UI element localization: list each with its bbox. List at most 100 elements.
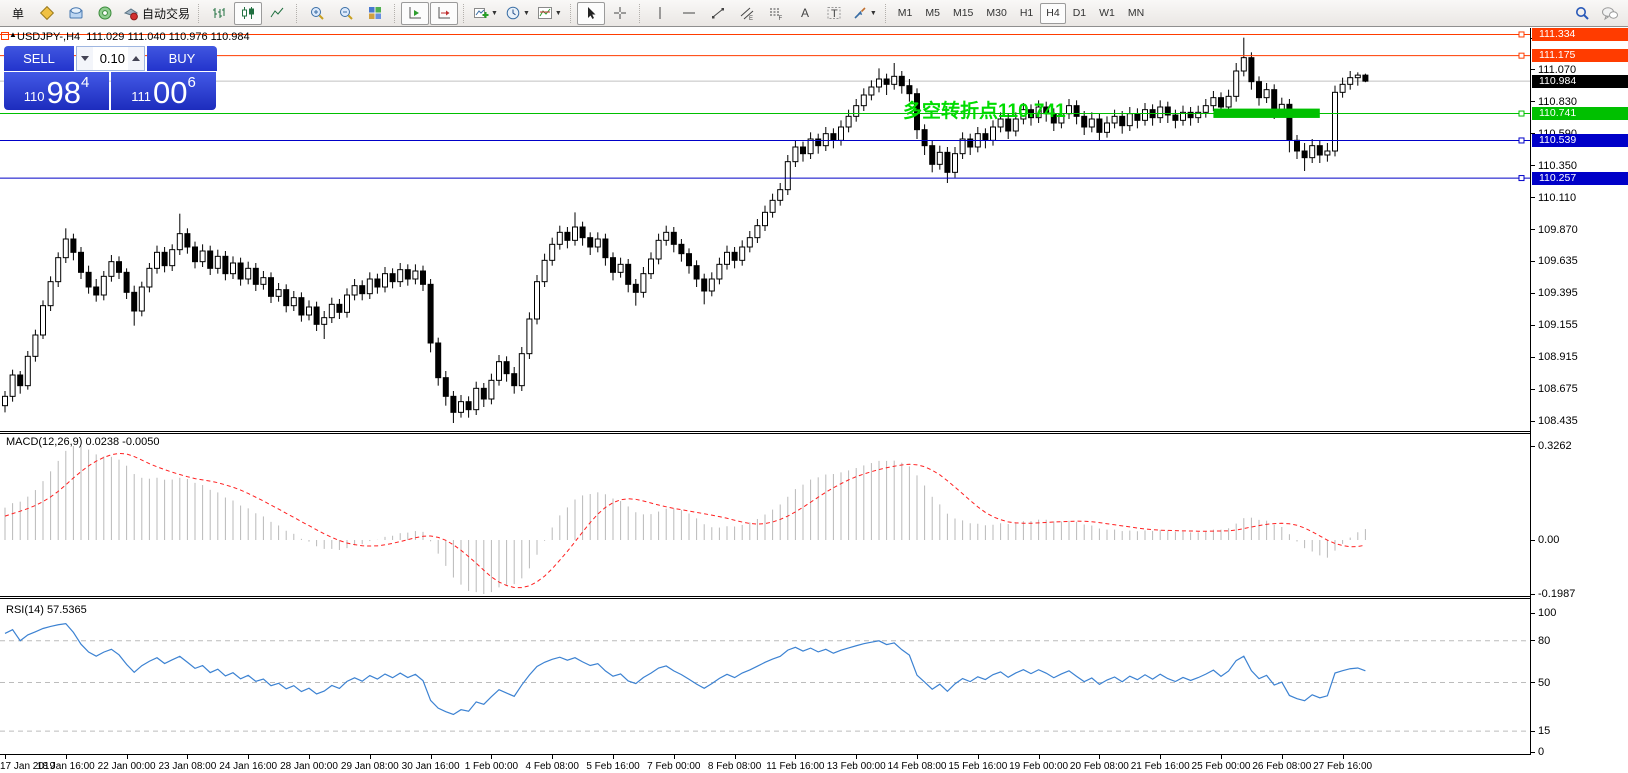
candle-body bbox=[1272, 90, 1277, 111]
new-order-button[interactable]: 单 bbox=[4, 2, 32, 25]
line-handle[interactable] bbox=[1519, 176, 1524, 181]
candle-body bbox=[565, 232, 570, 240]
candle-body bbox=[329, 304, 334, 317]
auto-scroll-button[interactable] bbox=[401, 2, 429, 25]
timeframe-m5[interactable]: M5 bbox=[919, 3, 946, 24]
line-chart-button[interactable] bbox=[263, 2, 291, 25]
timeframe-m1[interactable]: M1 bbox=[892, 3, 919, 24]
arrows-button[interactable]: ▼ bbox=[849, 2, 880, 25]
volume-increase-button[interactable] bbox=[128, 47, 144, 70]
time-axis-tick bbox=[1343, 755, 1344, 759]
timeframe-mn[interactable]: MN bbox=[1122, 3, 1150, 24]
candle-body bbox=[839, 127, 844, 140]
chart-text-annotation[interactable]: 多空转折点110.741 bbox=[903, 96, 1066, 123]
candle-body bbox=[474, 388, 479, 409]
volume-input[interactable] bbox=[93, 47, 128, 70]
dropdown-caret-icon: ▼ bbox=[870, 10, 877, 17]
sound-button[interactable] bbox=[91, 2, 119, 25]
vertical-line-button[interactable] bbox=[646, 2, 674, 25]
candle-body bbox=[261, 278, 266, 285]
trendline-button[interactable] bbox=[704, 2, 732, 25]
time-axis-tick bbox=[674, 755, 675, 759]
zoom-in-button[interactable] bbox=[303, 2, 331, 25]
sell-price[interactable]: 110984 bbox=[4, 72, 109, 110]
candle-body bbox=[489, 380, 494, 399]
timeframe-m15[interactable]: M15 bbox=[947, 3, 979, 24]
search-button[interactable] bbox=[1568, 2, 1596, 25]
candle-body bbox=[899, 76, 904, 85]
indicators-button[interactable]: ▼ bbox=[470, 2, 501, 25]
templates-button[interactable]: ▼ bbox=[534, 2, 565, 25]
candle-body bbox=[284, 290, 289, 306]
cursor-button[interactable] bbox=[577, 2, 605, 25]
axis-tick-label: 109.870 bbox=[1531, 223, 1578, 237]
templates-icon bbox=[537, 5, 553, 21]
timeframe-d1[interactable]: D1 bbox=[1067, 3, 1092, 24]
chart-canvas[interactable] bbox=[0, 28, 1531, 755]
line-handle[interactable] bbox=[1519, 32, 1524, 37]
candle-body bbox=[846, 116, 851, 127]
line-handle[interactable] bbox=[1519, 138, 1524, 143]
timeframe-w1[interactable]: W1 bbox=[1093, 3, 1121, 24]
volume-decrease-button[interactable] bbox=[77, 47, 93, 70]
bar-chart-button[interactable] bbox=[205, 2, 233, 25]
periods-button[interactable]: ▼ bbox=[502, 2, 533, 25]
candle-body bbox=[535, 282, 540, 319]
candle-body bbox=[1074, 106, 1079, 117]
line-handle[interactable] bbox=[1519, 111, 1524, 116]
candle-body bbox=[405, 270, 410, 279]
autotrading-button[interactable]: 自动交易 bbox=[120, 2, 193, 25]
candle-body bbox=[702, 279, 707, 291]
candle-body bbox=[1158, 107, 1163, 118]
timeframe-h4[interactable]: H4 bbox=[1040, 3, 1065, 24]
candle-body bbox=[345, 295, 350, 312]
candle-body bbox=[1173, 115, 1178, 120]
dropdown-caret-icon: ▼ bbox=[491, 10, 498, 17]
candle-body bbox=[200, 251, 205, 262]
time-axis-label: 13 Feb 00:00 bbox=[827, 761, 886, 772]
fibonacci-icon: F bbox=[768, 5, 784, 21]
candle-body bbox=[398, 270, 403, 282]
horizontal-line-button[interactable] bbox=[675, 2, 703, 25]
timeframe-m30[interactable]: M30 bbox=[980, 3, 1012, 24]
candle-body bbox=[732, 252, 737, 260]
navigator-button[interactable] bbox=[62, 2, 90, 25]
candle-body bbox=[436, 343, 441, 378]
time-axis-tick bbox=[127, 755, 128, 759]
time-axis-tick bbox=[1221, 755, 1222, 759]
candle-body bbox=[823, 134, 828, 146]
auto-scroll-icon bbox=[407, 5, 423, 21]
crosshair-button[interactable] bbox=[606, 2, 634, 25]
chart-shift-button[interactable] bbox=[430, 2, 458, 25]
buy-price[interactable]: 111006 bbox=[111, 72, 216, 110]
fibonacci-button[interactable]: F bbox=[762, 2, 790, 25]
time-axis-tick bbox=[431, 755, 432, 759]
text-label-button[interactable]: T bbox=[820, 2, 848, 25]
tile-windows-button[interactable] bbox=[361, 2, 389, 25]
candle-body bbox=[307, 307, 312, 315]
candle-body bbox=[877, 79, 882, 87]
text-button[interactable]: A bbox=[791, 2, 819, 25]
candle-body bbox=[1264, 90, 1269, 98]
zoom-out-button[interactable] bbox=[332, 2, 360, 25]
buy-button[interactable]: BUY bbox=[147, 46, 217, 71]
candle-body bbox=[512, 374, 517, 386]
line-handle[interactable] bbox=[1519, 53, 1524, 58]
one-click-collapse-icon[interactable]: ▲ bbox=[9, 30, 17, 39]
price-scale[interactable]: 111.305111.070110.830110.590110.350110.1… bbox=[1531, 28, 1628, 773]
candle-body bbox=[884, 79, 889, 84]
candle-body bbox=[497, 362, 502, 381]
equidistant-channel-button[interactable]: E bbox=[733, 2, 761, 25]
market-watch-button[interactable] bbox=[33, 2, 61, 25]
candle-body bbox=[25, 356, 30, 385]
candle-body bbox=[139, 287, 144, 311]
timeframe-h1[interactable]: H1 bbox=[1014, 3, 1039, 24]
candlestick-chart-button[interactable] bbox=[234, 2, 262, 25]
price-level-badge: 111.334 bbox=[1532, 28, 1628, 41]
candle-body bbox=[747, 238, 752, 247]
sell-button[interactable]: SELL bbox=[4, 46, 74, 71]
time-axis[interactable]: 17 Jan 201918 Jan 16:0022 Jan 00:0023 Ja… bbox=[0, 755, 1531, 773]
chat-button[interactable] bbox=[1596, 2, 1624, 25]
time-axis-label: 25 Feb 00:00 bbox=[1192, 761, 1251, 772]
time-axis-tick bbox=[978, 755, 979, 759]
